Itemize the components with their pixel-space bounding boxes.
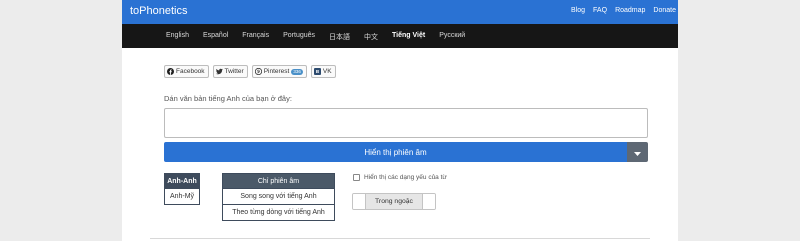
lang-portuguese[interactable]: Português (283, 32, 315, 42)
weak-forms-row: Hiển thị các dạng yếu của từ (353, 174, 447, 181)
brand-logo[interactable]: toPhonetics (130, 5, 187, 17)
twitter-icon (215, 68, 223, 75)
vk-icon: B (313, 68, 321, 75)
top-links: Blog FAQ Roadmap Donate (571, 7, 676, 14)
lang-russian[interactable]: Русский (439, 32, 465, 42)
language-bar: English Español Français Português 日本語 中… (122, 24, 678, 48)
pinterest-count-badge: 336 (291, 68, 303, 75)
brackets-option-left[interactable] (353, 194, 365, 209)
dialect-option-american[interactable]: Anh-Mỹ (164, 189, 200, 205)
lang-japanese[interactable]: 日本語 (329, 32, 350, 42)
pinterest-share-button[interactable]: Pinterest 336 (251, 65, 307, 78)
show-transcription-button[interactable]: Hiển thị phiên âm (164, 142, 627, 162)
brackets-selector: Trong ngoặc (352, 193, 436, 210)
english-text-input[interactable] (164, 108, 648, 138)
lang-french[interactable]: Français (242, 32, 269, 42)
dialect-option-british[interactable]: Anh-Anh (164, 173, 200, 189)
lang-english[interactable]: English (166, 32, 189, 42)
nav-link-roadmap[interactable]: Roadmap (615, 7, 645, 14)
nav-link-blog[interactable]: Blog (571, 7, 585, 14)
mode-option-line-by-line[interactable]: Theo từng dòng với tiếng Anh (222, 205, 335, 221)
vk-share-button[interactable]: B VK (310, 65, 336, 78)
brackets-option-parentheses[interactable]: Trong ngoặc (365, 194, 423, 209)
nav-link-faq[interactable]: FAQ (593, 7, 607, 14)
pinterest-icon (254, 68, 262, 75)
display-mode-selector: Chỉ phiên âm Song song với tiếng Anh The… (222, 173, 335, 221)
vk-label: VK (322, 68, 332, 75)
mode-option-side-by-side[interactable]: Song song với tiếng Anh (222, 189, 335, 205)
twitter-share-button[interactable]: Twitter (212, 65, 248, 78)
top-navbar: toPhonetics Blog FAQ Roadmap Donate (122, 0, 678, 24)
mode-option-transcription-only[interactable]: Chỉ phiên âm (222, 173, 335, 189)
weak-forms-label[interactable]: Hiển thị các dạng yếu của từ (364, 174, 447, 181)
facebook-icon (167, 68, 174, 75)
brackets-option-right[interactable] (423, 194, 435, 209)
section-divider (150, 238, 650, 239)
main-content: Facebook Twitter Pinterest 336 B VK Dán … (122, 48, 678, 241)
lang-chinese[interactable]: 中文 (364, 32, 378, 42)
twitter-label: Twitter (224, 68, 244, 75)
facebook-label: Facebook (176, 68, 205, 75)
dialect-selector: Anh-Anh Anh-Mỹ (164, 173, 200, 205)
lang-vietnamese[interactable]: Tiếng Việt (392, 32, 425, 42)
share-buttons: Facebook Twitter Pinterest 336 B VK (164, 65, 336, 78)
submit-dropdown-toggle[interactable] (627, 142, 648, 162)
pinterest-label: Pinterest (263, 68, 290, 75)
facebook-share-button[interactable]: Facebook (164, 65, 209, 78)
nav-link-donate[interactable]: Donate (653, 7, 676, 14)
weak-forms-checkbox[interactable] (353, 174, 360, 181)
input-prompt-label: Dán văn bản tiếng Anh của bạn ở đây: (164, 94, 292, 103)
caret-down-icon (634, 143, 641, 161)
lang-spanish[interactable]: Español (203, 32, 228, 42)
